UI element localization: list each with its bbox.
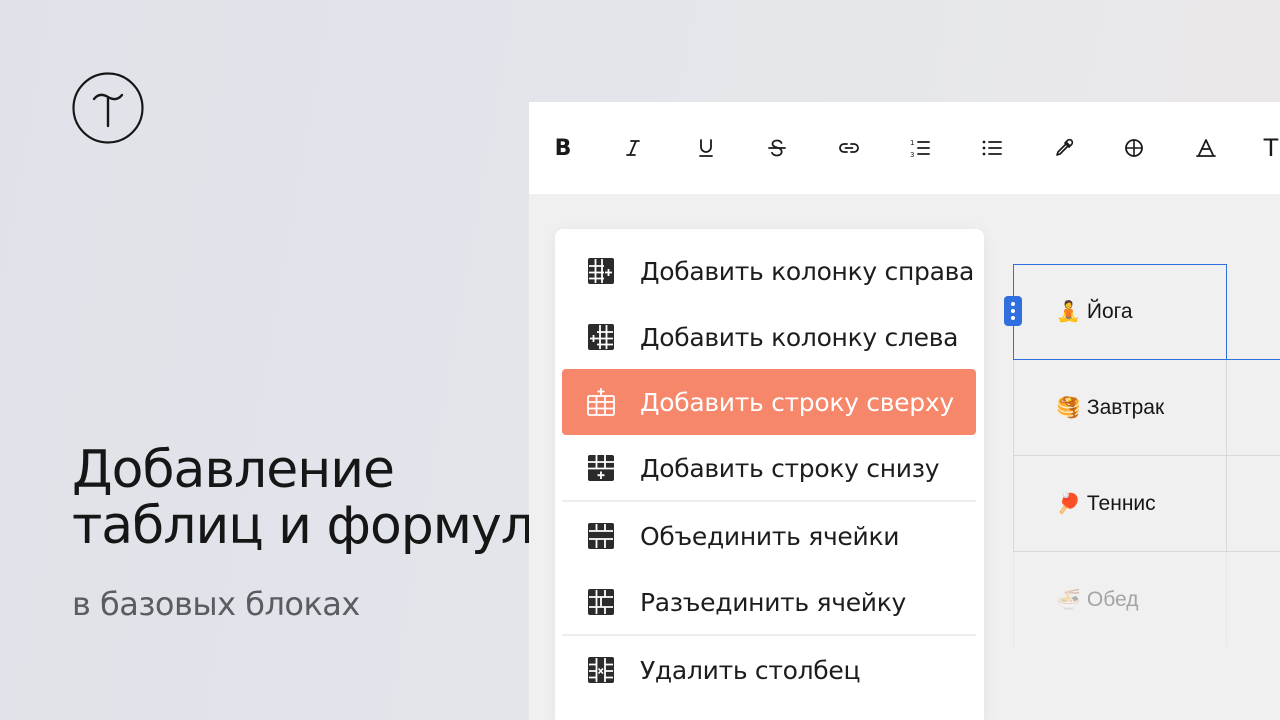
color-picker-icon (1056, 138, 1074, 156)
merge-cells-icon (588, 523, 614, 549)
menu-item-label: Добавить строку снизу (640, 453, 940, 483)
cell-text: Йога (1086, 300, 1133, 323)
ping-pong-emoji-icon: 🏓 (1056, 493, 1081, 515)
table-cell[interactable]: 🧘 Йога (1013, 264, 1227, 360)
table-context-menu: Добавить колонку справа Добавить колонку… (555, 229, 984, 720)
bold-icon: B (554, 135, 572, 161)
table-cell[interactable]: 🥞 Завтрак (1013, 360, 1227, 456)
row-drag-handle[interactable] (1004, 296, 1022, 326)
page-subtitle: в базовых блоках (72, 585, 360, 623)
menu-item-label: Разъединить ячейку (640, 587, 907, 617)
add-row-above-icon (587, 388, 615, 416)
cell-text: Теннис (1086, 492, 1156, 515)
svg-text:3: 3 (910, 151, 914, 159)
menu-item-add-column-right[interactable]: Добавить колонку справа (562, 238, 976, 304)
menu-item-add-row-below[interactable]: Добавить строку снизу (562, 435, 976, 501)
color-picker-button[interactable] (1044, 128, 1084, 168)
italic-button[interactable] (613, 128, 653, 168)
menu-item-add-row-above[interactable]: Добавить строку сверху (562, 369, 976, 435)
menu-item-split-cell[interactable]: Разъединить ячейку (562, 569, 976, 635)
page-title: Добавление таблиц и формул (72, 440, 534, 556)
ordered-list-icon: 13 (910, 139, 930, 159)
text-size-button[interactable]: T (1251, 128, 1280, 168)
add-row-below-icon (588, 455, 614, 481)
menu-divider (562, 500, 976, 502)
menu-item-label: Добавить колонку слева (640, 322, 959, 352)
cell-text: Обед (1086, 588, 1139, 611)
ordered-list-button[interactable]: 13 (900, 128, 940, 168)
add-column-left-icon (588, 324, 614, 350)
noodles-emoji-icon: 🍜 (1056, 589, 1081, 611)
table-row[interactable]: 🥞 Завтрак (1013, 360, 1280, 456)
page-title-line-2: таблиц и формул (72, 496, 534, 556)
table-cell[interactable]: 🏓 Теннис (1013, 456, 1227, 552)
menu-item-add-column-left[interactable]: Добавить колонку слева (562, 304, 976, 370)
pancakes-emoji-icon: 🥞 (1056, 397, 1081, 419)
strikethrough-button[interactable] (757, 128, 797, 168)
menu-item-label: Добавить строку сверху (640, 387, 954, 417)
link-button[interactable] (829, 128, 869, 168)
table-fade-overlay (1013, 632, 1280, 720)
menu-item-label: Удалить столбец (640, 655, 861, 685)
bullet-list-icon (982, 140, 1002, 156)
italic-icon (626, 140, 640, 156)
underline-button[interactable] (686, 128, 726, 168)
font-color-icon (1196, 139, 1216, 157)
font-color-button[interactable] (1186, 128, 1226, 168)
menu-divider (562, 634, 976, 636)
table-cell[interactable] (1227, 264, 1280, 360)
page-title-line-1: Добавление (72, 440, 395, 500)
menu-item-merge-cells[interactable]: Объединить ячейки (562, 503, 976, 569)
table-cell[interactable] (1227, 456, 1280, 552)
delete-column-icon (588, 657, 614, 683)
globe-button[interactable] (1114, 128, 1154, 168)
menu-item-delete-column[interactable]: Удалить столбец (562, 637, 976, 703)
text-size-icon: T (1263, 134, 1279, 162)
link-icon (839, 143, 859, 153)
underline-icon (699, 139, 713, 157)
menu-item-label: Добавить колонку справа (640, 256, 975, 286)
strikethrough-icon (768, 139, 786, 157)
bold-button[interactable]: B (543, 128, 583, 168)
formatting-toolbar: B 13 T (529, 102, 1280, 194)
split-cell-icon (588, 589, 614, 615)
globe-icon (1125, 139, 1143, 157)
yoga-emoji-icon: 🧘 (1056, 301, 1081, 323)
svg-text:1: 1 (910, 139, 914, 147)
cell-text: Завтрак (1086, 396, 1165, 419)
menu-item-label: Объединить ячейки (640, 521, 900, 551)
content-table: 🧘 Йога 🥞 Завтрак 🏓 Теннис 🍜 Обед (1013, 264, 1280, 648)
table-row[interactable]: 🧘 Йога (1013, 264, 1280, 360)
table-cell[interactable] (1227, 360, 1280, 456)
add-column-right-icon (588, 258, 614, 284)
table-row[interactable]: 🏓 Теннис (1013, 456, 1280, 552)
tilda-logo-icon (72, 72, 144, 144)
bullet-list-button[interactable] (972, 128, 1012, 168)
